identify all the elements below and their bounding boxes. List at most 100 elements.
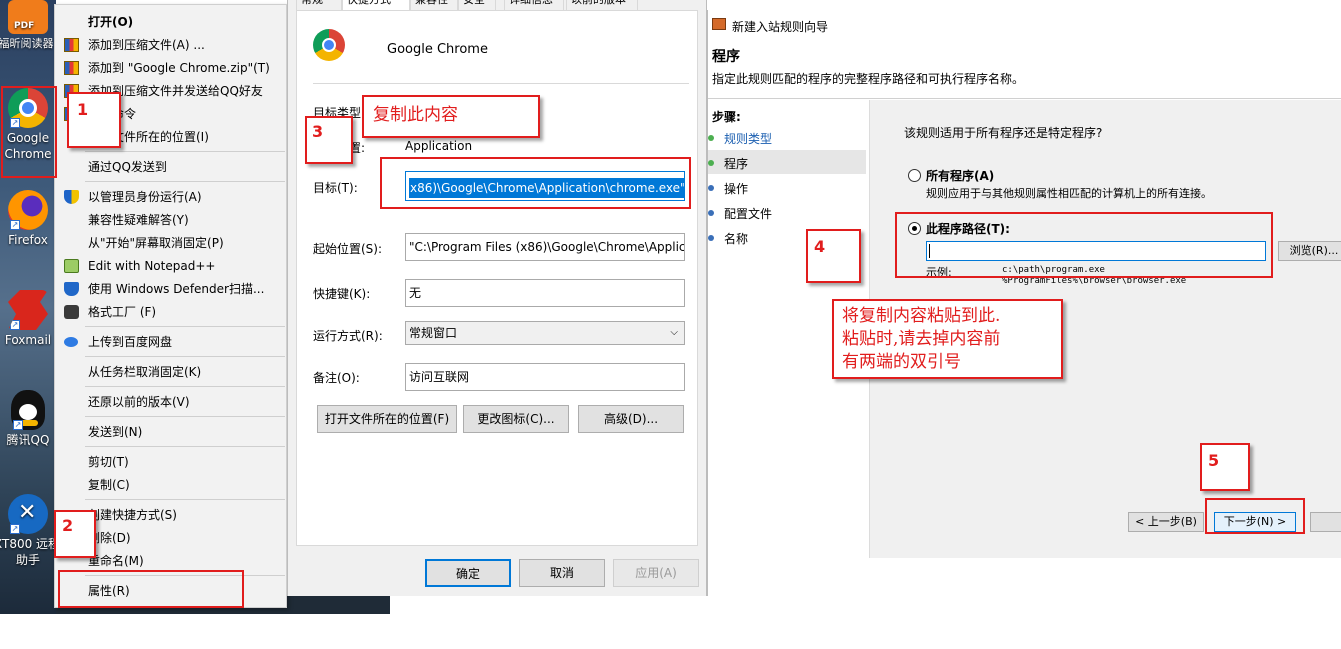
target-label: 目标(T): xyxy=(313,181,358,195)
all-programs-label: 所有程序(A) xyxy=(926,169,995,183)
menu-item-upload-baidu[interactable]: 上传到百度网盘 xyxy=(56,331,285,353)
shortcut-tab-page: Google Chrome 目标类型: 目标位置: Application 目标… xyxy=(296,10,698,546)
annotation-step-1: 1 xyxy=(67,92,121,148)
run-label: 运行方式(R): xyxy=(313,329,383,343)
start-in-label: 起始位置(S): xyxy=(313,242,383,256)
annotation-step-2: 2 xyxy=(54,510,96,558)
winrar-icon xyxy=(64,61,79,75)
annotation-box-target-field xyxy=(380,157,691,209)
change-icon-button[interactable]: 更改图标(C)... xyxy=(463,405,569,433)
step-action[interactable]: 操作 xyxy=(708,180,748,197)
step-dot-icon xyxy=(708,135,714,141)
foxmail-icon: ↗ xyxy=(8,290,48,330)
desktop-icon-qq[interactable]: ↗ 腾讯QQ xyxy=(0,390,56,448)
desktop-icon-foxit-pdf[interactable]: PDF 福昕阅读器 xyxy=(0,0,56,52)
desktop-icon-label: Foxmail xyxy=(4,333,52,347)
menu-item-edit-notepadpp[interactable]: Edit with Notepad++ xyxy=(56,255,285,277)
shortcut-key-field[interactable]: 无 xyxy=(405,279,685,307)
apply-button[interactable]: 应用(A) xyxy=(613,559,699,587)
menu-item-defender-scan[interactable]: 使用 Windows Defender扫描... xyxy=(56,278,285,300)
menu-item-send-to[interactable]: 发送到(N) xyxy=(56,421,285,443)
menu-separator xyxy=(85,446,285,447)
firefox-icon: ↗ xyxy=(8,190,48,230)
annotation-step-3: 3 xyxy=(305,116,353,164)
target-location-value: Application xyxy=(405,139,473,153)
step-dot-icon xyxy=(708,160,714,166)
tab-general[interactable]: 常规 xyxy=(296,0,342,10)
format-factory-icon xyxy=(64,305,79,319)
shortcut-key-label: 快捷键(K): xyxy=(313,287,371,301)
menu-item-unpin-start[interactable]: 从"开始"屏幕取消固定(P) xyxy=(56,232,285,254)
menu-separator xyxy=(85,326,285,327)
comment-field[interactable]: 访问互联网 xyxy=(405,363,685,391)
desktop-icon-xt800[interactable]: ✕ ↗ XT800 远程 助手 xyxy=(0,494,56,568)
tab-security[interactable]: 安全 xyxy=(458,0,496,10)
menu-item-add-to-archive[interactable]: 添加到压缩文件(A) ... xyxy=(56,34,285,56)
steps-title: 步骤: xyxy=(712,110,741,124)
program-question: 该规则适用于所有程序还是特定程序? xyxy=(904,126,1103,140)
menu-item-troubleshoot-compat[interactable]: 兼容性疑难解答(Y) xyxy=(56,209,285,231)
menu-item-run-as-admin[interactable]: 以管理员身份运行(A) xyxy=(56,186,285,208)
step-rule-type[interactable]: 规则类型 xyxy=(708,130,772,147)
menu-item-open[interactable]: 打开(O) xyxy=(56,11,285,33)
winrar-icon xyxy=(64,38,79,52)
desktop-icon-label: 助手 xyxy=(15,553,40,567)
comment-label: 备注(O): xyxy=(313,371,360,385)
desktop-icon-label: XT800 远程 xyxy=(0,537,56,551)
run-select[interactable]: 常规窗口 ⌵ xyxy=(405,321,685,345)
menu-separator xyxy=(85,499,285,500)
wizard-header: 新建入站规则向导 程序 指定此规则匹配的程序的完整程序路径和可执行程序名称。 xyxy=(708,10,1341,100)
uac-shield-icon xyxy=(64,190,79,204)
menu-item-copy[interactable]: 复制(C) xyxy=(56,474,285,496)
desktop-icon-label: Firefox xyxy=(8,233,48,247)
chrome-icon xyxy=(313,29,345,61)
menu-item-add-to-zip[interactable]: 添加到 "Google Chrome.zip"(T) xyxy=(56,57,285,79)
baidu-cloud-icon xyxy=(64,337,78,347)
menu-item-cut[interactable]: 剪切(T) xyxy=(56,451,285,473)
annotation-paste-instruction: 将复制内容粘贴到此. 粘贴时,请去掉内容前 有两端的双引号 xyxy=(832,299,1063,379)
qq-penguin-icon: ↗ xyxy=(11,390,45,430)
step-dot-icon xyxy=(708,185,714,191)
ok-button[interactable]: 确定 xyxy=(425,559,511,587)
step-name[interactable]: 名称 xyxy=(708,230,748,247)
wizard-window-title: 新建入站规则向导 xyxy=(732,20,829,34)
menu-item-unpin-taskbar[interactable]: 从任务栏取消固定(K) xyxy=(56,361,285,383)
desktop-icon-label: 福昕阅读器 xyxy=(0,37,54,50)
menu-item-restore-versions[interactable]: 还原以前的版本(V) xyxy=(56,391,285,413)
menu-item-send-via-qq[interactable]: 通过QQ发送到 xyxy=(56,156,285,178)
open-file-location-button[interactable]: 打开文件所在的位置(F) xyxy=(317,405,457,433)
tab-previous-versions[interactable]: 以前的版本 xyxy=(566,0,638,10)
menu-separator xyxy=(85,386,285,387)
menu-separator xyxy=(85,356,285,357)
cancel-button[interactable]: 取消 xyxy=(519,559,605,587)
cancel-button[interactable] xyxy=(1310,512,1341,532)
wizard-page-title: 程序 xyxy=(712,49,740,65)
browse-button[interactable]: 浏览(R)... xyxy=(1278,241,1341,261)
desktop-icon-foxmail[interactable]: ↗ Foxmail xyxy=(0,290,56,348)
tab-compatibility[interactable]: 兼容性 xyxy=(410,0,458,10)
step-dot-icon xyxy=(708,235,714,241)
menu-separator xyxy=(85,151,285,152)
annotation-box-program-path xyxy=(895,212,1273,278)
step-profile[interactable]: 配置文件 xyxy=(708,205,772,222)
start-in-field[interactable]: "C:\Program Files (x86)\Google\Chrome\Ap… xyxy=(405,233,685,261)
properties-dialog: 常规 快捷方式 兼容性 安全 详细信息 以前的版本 Google Chrome … xyxy=(287,0,707,596)
advanced-button[interactable]: 高级(D)... xyxy=(578,405,684,433)
annotation-step-4: 4 xyxy=(806,229,861,283)
divider xyxy=(313,83,689,84)
all-programs-description: 规则应用于与其他规则属性相匹配的计算机上的所有连接。 xyxy=(926,187,1212,200)
all-programs-radio[interactable] xyxy=(908,169,921,182)
annotation-step-5: 5 xyxy=(1200,443,1250,491)
step-program[interactable]: 程序 xyxy=(708,155,748,172)
menu-separator xyxy=(85,416,285,417)
menu-item-format-factory[interactable]: 格式工厂 (F) xyxy=(56,301,285,323)
annotation-box-next-button xyxy=(1205,498,1305,534)
foxit-pdf-icon: PDF xyxy=(8,0,48,34)
tab-details[interactable]: 详细信息 xyxy=(504,0,564,10)
back-button[interactable]: < 上一步(B) xyxy=(1128,512,1204,532)
desktop-icon-firefox[interactable]: ↗ Firefox xyxy=(0,190,56,248)
notepadpp-icon xyxy=(64,259,79,273)
annotation-box-properties xyxy=(58,570,244,608)
chevron-down-icon: ⌵ xyxy=(670,327,678,338)
firewall-icon xyxy=(712,18,726,30)
